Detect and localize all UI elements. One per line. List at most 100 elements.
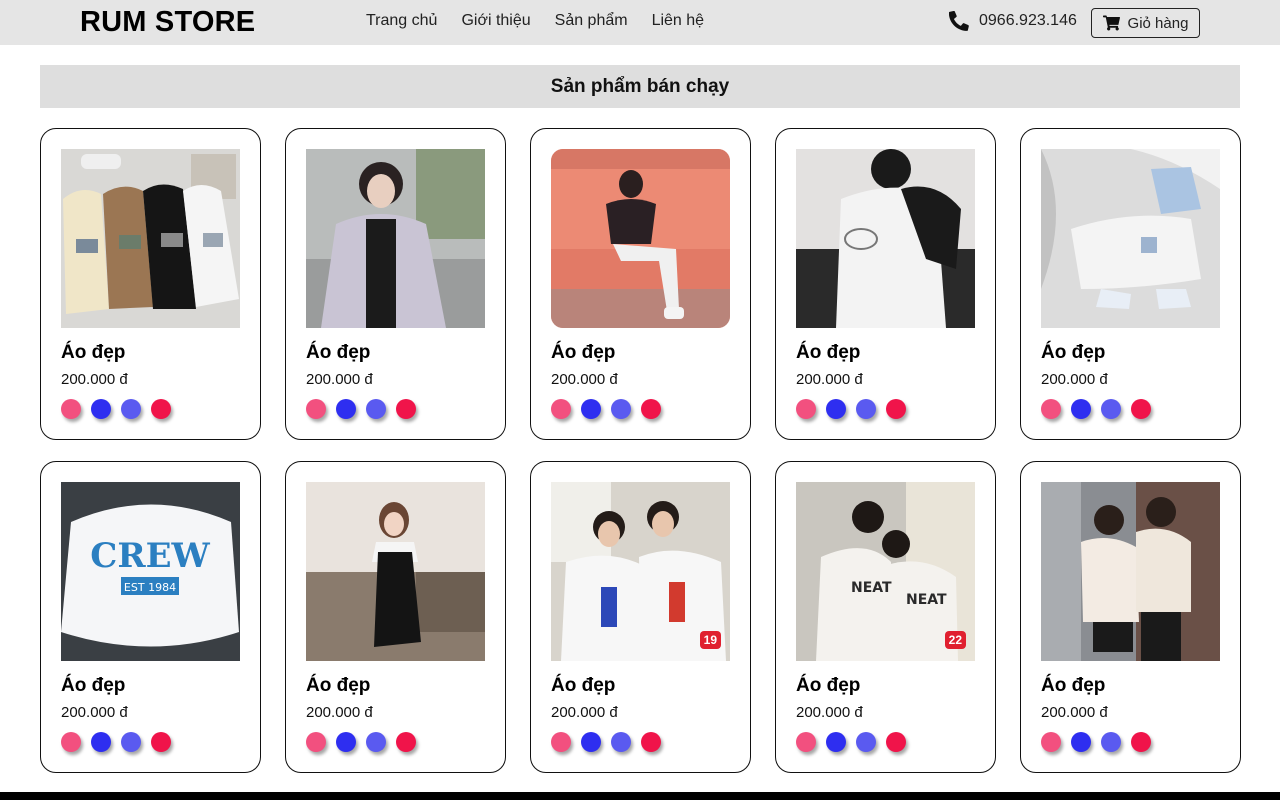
swatch-blue[interactable] [581,732,601,752]
cart-button[interactable]: Giỏ hàng [1091,8,1200,38]
swatch-red[interactable] [396,732,416,752]
swatch-violet[interactable] [121,399,141,419]
swatch-blue[interactable] [826,399,846,419]
product-image[interactable] [61,149,240,328]
product-name[interactable]: Áo đẹp [1041,675,1105,697]
swatch-pink[interactable] [796,732,816,752]
black-dress-photo [306,482,485,661]
swatch-violet[interactable] [366,399,386,419]
product-image[interactable] [306,482,485,661]
swatch-blue[interactable] [91,399,111,419]
product-name[interactable]: Áo đẹp [796,675,860,697]
swatch-violet[interactable] [1101,399,1121,419]
jogger-pants-photo [1041,149,1220,328]
product-name[interactable]: Áo đẹp [61,675,125,697]
product-name[interactable]: Áo đẹp [551,342,615,364]
svg-text:NEAT: NEAT [906,592,947,608]
product-name[interactable]: Áo đẹp [796,342,860,364]
swatch-red[interactable] [886,732,906,752]
color-swatches [796,732,906,752]
swatch-red[interactable] [396,399,416,419]
swatch-blue[interactable] [581,399,601,419]
girl-on-pink-wall-photo [551,149,730,328]
product-image[interactable]: CREW EST 1984 [61,482,240,661]
product-card[interactable]: Áo đẹp 200.000 đ [775,128,996,440]
product-card[interactable]: NEAT NEAT 22 Áo đẹp 200.000 đ [775,461,996,773]
grey-hoodie-girl-photo [306,149,485,328]
nav-products[interactable]: Sản phẩm [555,12,628,30]
swatch-red[interactable] [641,732,661,752]
phone-number: 0966.923.146 [979,12,1077,29]
color-swatches [306,732,416,752]
product-name[interactable]: Áo đẹp [61,342,125,364]
swatch-violet[interactable] [366,732,386,752]
color-swatches [551,732,661,752]
color-swatches [61,399,171,419]
swatch-blue[interactable] [1071,732,1091,752]
swatch-violet[interactable] [1101,732,1121,752]
swatch-pink[interactable] [61,732,81,752]
product-price: 200.000 đ [1041,371,1108,388]
image-count-badge: 19 [699,631,721,649]
product-card[interactable]: CREW EST 1984 Áo đẹp 200.000 đ [40,461,261,773]
swatch-pink[interactable] [306,732,326,752]
product-card[interactable]: Áo đẹp 200.000 đ [285,128,506,440]
product-name[interactable]: Áo đẹp [306,675,370,697]
swatch-pink[interactable] [306,399,326,419]
swatch-red[interactable] [886,399,906,419]
hoodies-photo [61,149,240,328]
phone-contact[interactable]: 0966.923.146 [949,11,1077,31]
footer-strip [0,792,1280,800]
swatch-blue[interactable] [336,399,356,419]
cart-label: Giỏ hàng [1127,14,1189,32]
site-header: RUM STORE Trang chủ Giới thiệu Sản phẩm … [0,0,1280,45]
svg-text:EST 1984: EST 1984 [124,581,176,594]
swatch-blue[interactable] [826,732,846,752]
swatch-red[interactable] [641,399,661,419]
store-logo[interactable]: RUM STORE [80,6,255,39]
product-name[interactable]: Áo đẹp [1041,342,1105,364]
swatch-pink[interactable] [551,399,571,419]
product-name[interactable]: Áo đẹp [306,342,370,364]
swatch-red[interactable] [1131,732,1151,752]
baseball-jacket-photo [796,149,975,328]
swatch-red[interactable] [1131,399,1151,419]
product-card[interactable]: Áo đẹp 200.000 đ [285,461,506,773]
product-card[interactable]: Áo đẹp 200.000 đ [530,128,751,440]
product-image[interactable] [551,149,730,328]
swatch-pink[interactable] [551,732,571,752]
product-image[interactable] [306,149,485,328]
swatch-pink[interactable] [1041,732,1061,752]
section-title: Sản phẩm bán chạy [550,75,730,97]
nav-about[interactable]: Giới thiệu [461,12,530,30]
main-nav: Trang chủ Giới thiệu Sản phẩm Liên hệ [366,12,704,30]
swatch-pink[interactable] [61,399,81,419]
product-image[interactable] [796,149,975,328]
swatch-blue[interactable] [1071,399,1091,419]
color-swatches [61,732,171,752]
product-card[interactable]: 19 Áo đẹp 200.000 đ [530,461,751,773]
swatch-violet[interactable] [611,732,631,752]
product-price: 200.000 đ [796,371,863,388]
product-card[interactable]: Áo đẹp 200.000 đ [1020,461,1241,773]
swatch-blue[interactable] [336,732,356,752]
product-image[interactable] [1041,149,1220,328]
swatch-red[interactable] [151,732,171,752]
swatch-violet[interactable] [611,399,631,419]
nav-contact[interactable]: Liên hệ [652,12,705,30]
swatch-pink[interactable] [796,399,816,419]
swatch-violet[interactable] [121,732,141,752]
product-card[interactable]: Áo đẹp 200.000 đ [1020,128,1241,440]
product-image[interactable]: NEAT NEAT 22 [796,482,975,661]
swatch-violet[interactable] [856,399,876,419]
swatch-pink[interactable] [1041,399,1061,419]
product-image[interactable]: 19 [551,482,730,661]
nav-home[interactable]: Trang chủ [366,12,437,30]
cart-icon [1102,15,1120,31]
swatch-red[interactable] [151,399,171,419]
product-card[interactable]: Áo đẹp 200.000 đ [40,128,261,440]
product-name[interactable]: Áo đẹp [551,675,615,697]
swatch-violet[interactable] [856,732,876,752]
product-image[interactable] [1041,482,1220,661]
swatch-blue[interactable] [91,732,111,752]
